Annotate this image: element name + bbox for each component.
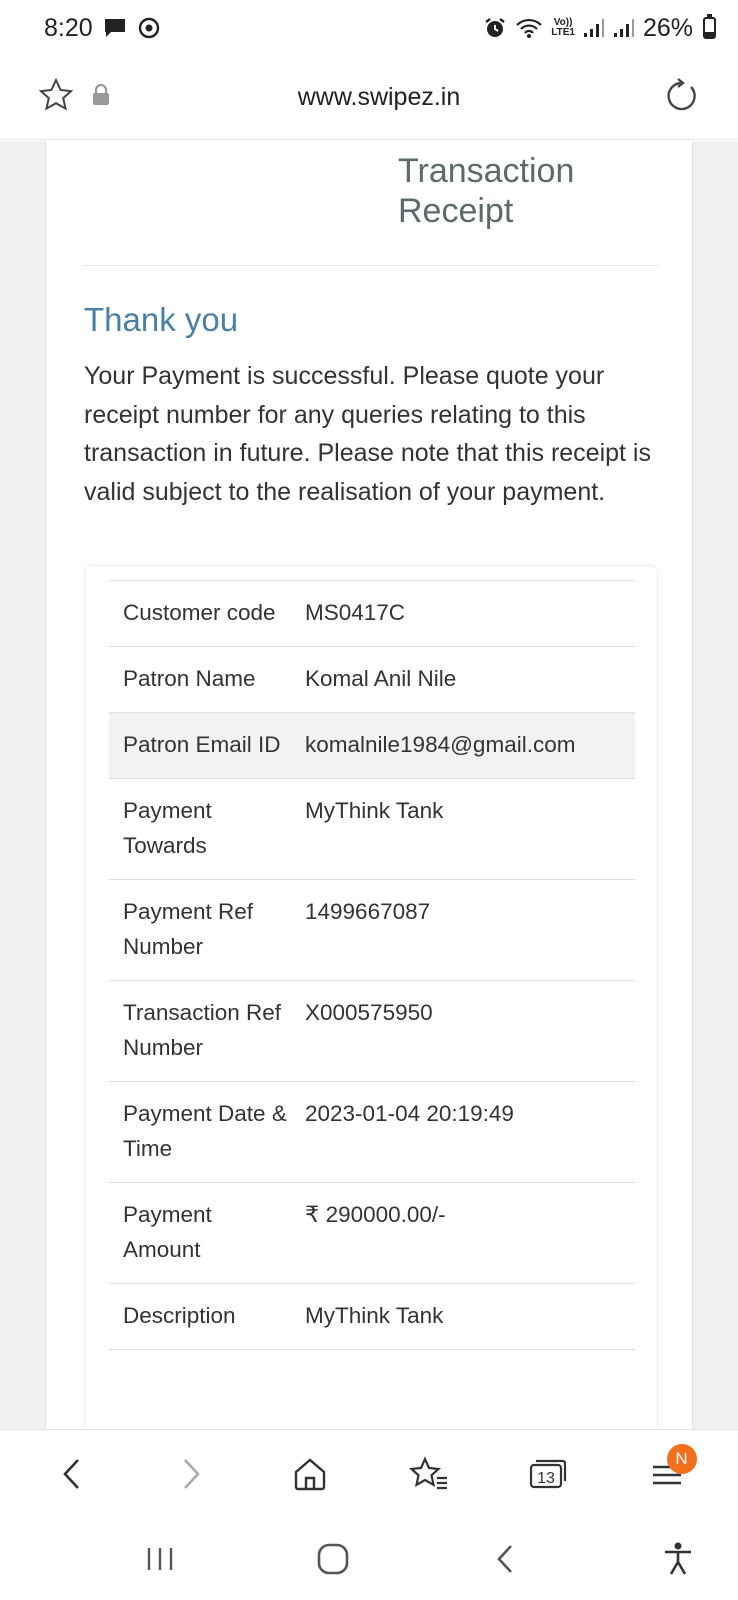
table-row: Payment Amount ₹ 290000.00/- <box>109 1183 635 1284</box>
table-row: Patron Name Komal Anil Nile <box>109 647 635 713</box>
row-label: Patron Email ID <box>123 732 281 757</box>
bookmarks-star-icon <box>408 1455 447 1489</box>
web-content: Transaction Receipt Thank you Your Payme… <box>0 141 738 1429</box>
home-nav-button[interactable] <box>303 1529 363 1589</box>
table-row: Payment Date & Time 2023-01-04 20:19:49 <box>109 1082 635 1183</box>
signal-strength-icon <box>583 18 605 38</box>
alarm-icon <box>483 16 507 40</box>
row-label: Payment Date & Time <box>123 1101 287 1161</box>
table-row: Customer code MS0417C <box>109 581 635 647</box>
address-bar: www.swipez.in <box>0 56 738 140</box>
table-row: Patron Email ID komalnile1984@gmail.com <box>109 713 635 779</box>
thank-you-heading: Thank you <box>84 301 239 338</box>
clock: 8:20 <box>44 13 93 42</box>
row-label: Payment Towards <box>123 798 212 858</box>
home-button[interactable] <box>280 1444 340 1504</box>
divider <box>84 265 658 266</box>
chat-notification-icon <box>103 17 127 39</box>
back-button[interactable] <box>42 1444 102 1504</box>
receipt-table: Customer code MS0417C Patron Name Komal … <box>109 580 635 1350</box>
row-label: Payment Ref Number <box>123 899 254 959</box>
status-bar: 8:20 Vo)) LTE1 26% <box>0 0 738 56</box>
url-text[interactable]: www.swipez.in <box>158 83 600 112</box>
battery-icon <box>703 14 716 39</box>
recent-apps-button[interactable] <box>130 1529 190 1589</box>
accessibility-icon <box>664 1542 691 1575</box>
notification-badge: N <box>666 1443 697 1474</box>
home-circle-icon <box>317 1543 348 1574</box>
lock-icon[interactable] <box>92 83 110 111</box>
page-title: Transaction Receipt <box>398 152 575 230</box>
recent-apps-icon <box>147 1547 173 1570</box>
row-value: Komal Anil Nile <box>305 666 457 691</box>
row-label: Description <box>123 1303 236 1328</box>
system-navigation-bar <box>0 1517 738 1600</box>
menu-button[interactable]: N <box>637 1443 697 1504</box>
home-icon <box>294 1457 325 1490</box>
table-row: Payment Towards MyThink Tank <box>109 779 635 880</box>
row-label: Transaction Ref Number <box>123 1000 281 1060</box>
row-value: 2023-01-04 20:19:49 <box>305 1101 514 1126</box>
row-value: 1499667087 <box>305 899 431 924</box>
tabs-button[interactable]: 13 <box>518 1444 578 1504</box>
back-arrow-icon <box>497 1544 513 1573</box>
row-value: MS0417C <box>305 600 406 625</box>
sync-notification-icon <box>137 16 161 40</box>
row-value: MyThink Tank <box>305 798 444 823</box>
success-message: Your Payment is successful. Please quote… <box>84 362 651 506</box>
tabs-icon: 13 <box>529 1459 566 1488</box>
browser-toolbar: 13 N <box>0 1429 738 1517</box>
signal-strength-icon-2 <box>613 18 635 38</box>
accessibility-button[interactable] <box>648 1529 708 1589</box>
svg-text:13: 13 <box>537 1470 555 1487</box>
row-value[interactable]: komalnile1984@gmail.com <box>291 727 635 762</box>
reload-icon[interactable] <box>664 77 700 118</box>
row-value: X000575950 <box>305 1000 433 1025</box>
table-row: Transaction Ref Number X000575950 <box>109 981 635 1082</box>
bookmarks-button[interactable] <box>399 1444 459 1504</box>
table-row: Payment Ref Number 1499667087 <box>109 880 635 981</box>
row-value: MyThink Tank <box>305 1303 444 1328</box>
forward-button[interactable] <box>161 1444 221 1504</box>
chevron-right-icon <box>183 1458 200 1489</box>
receipt-card: Transaction Receipt Thank you Your Payme… <box>45 141 693 1429</box>
receipt-table-container: Customer code MS0417C Patron Name Komal … <box>84 565 658 1429</box>
row-label: Payment Amount <box>123 1202 212 1262</box>
back-nav-button[interactable] <box>475 1529 535 1589</box>
table-row: Description MyThink Tank <box>109 1284 635 1350</box>
chevron-left-icon <box>62 1458 79 1489</box>
volte-indicator: Vo)) LTE1 <box>551 17 575 38</box>
row-value: ₹ 290000.00/- <box>305 1202 446 1227</box>
row-label: Patron Name <box>123 666 256 691</box>
wifi-icon <box>515 17 543 39</box>
row-label: Customer code <box>123 600 276 625</box>
bookmark-star-icon[interactable] <box>38 77 74 117</box>
battery-percent: 26% <box>642 13 693 42</box>
